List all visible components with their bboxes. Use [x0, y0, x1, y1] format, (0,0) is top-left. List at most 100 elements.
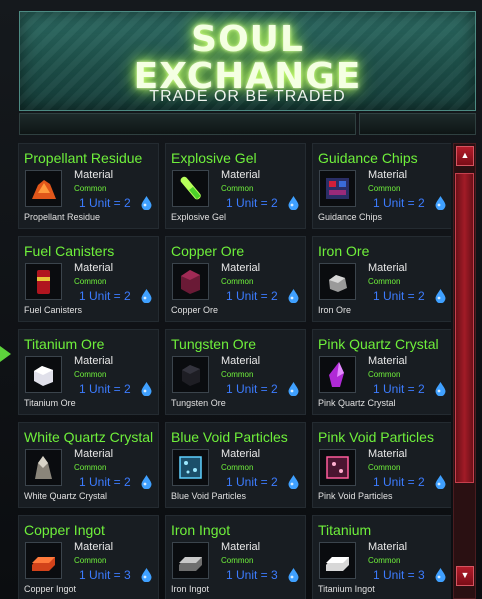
- item-caption: Copper Ingot: [24, 584, 77, 594]
- chevron-up-icon: ▲: [460, 150, 470, 160]
- item-card[interactable]: Pink Quartz Crystal Material Common 1 Unit …: [312, 329, 451, 415]
- filter-bar-right[interactable]: [359, 113, 476, 135]
- item-card[interactable]: Tungsten Ore Material Common 1 Unit = 2 Tung…: [165, 329, 306, 415]
- item-type: Material: [221, 169, 261, 181]
- item-price: 1 Unit = 3: [373, 568, 425, 582]
- pink-quartz-crystal-icon: [329, 362, 344, 387]
- item-card[interactable]: Guidance Chips Material Common 1 Unit = 2 Gu…: [312, 143, 451, 229]
- blue-void-particles-icon: [179, 456, 202, 479]
- soul-exchange-banner: SOUL EXCHANGE TRADE OR BE TRADED: [19, 11, 476, 111]
- item-name: Guidance Chips: [318, 150, 418, 166]
- soul-drop-icon: [435, 568, 446, 582]
- soul-drop-icon: [288, 289, 299, 303]
- soul-drop-icon: [141, 568, 152, 582]
- soul-drop-icon: [141, 475, 152, 489]
- item-type: Material: [221, 541, 261, 553]
- item-caption: Explosive Gel: [171, 212, 227, 222]
- soul-drop-icon: [435, 196, 446, 210]
- iron-ingot-icon: [179, 557, 202, 571]
- item-rarity: Common: [74, 556, 107, 565]
- soul-drop-icon: [288, 475, 299, 489]
- item-caption: Copper Ore: [171, 305, 219, 315]
- item-card[interactable]: Copper Ore Material Common 1 Unit = 2 Copper…: [165, 236, 306, 322]
- item-price: 1 Unit = 3: [79, 568, 131, 582]
- scroll-up-button[interactable]: ▲: [456, 146, 474, 166]
- item-caption: Guidance Chips: [318, 212, 383, 222]
- item-icon-frame: [25, 356, 62, 393]
- titanium-ingot-icon: [326, 557, 349, 571]
- item-icon-frame: [172, 542, 209, 579]
- item-card[interactable]: Titanium Material Common 1 Unit = 3 Titanium…: [312, 515, 451, 599]
- item-caption: Pink Quartz Crystal: [318, 398, 396, 408]
- item-caption: Pink Void Particles: [318, 491, 393, 501]
- pink-void-particles-icon: [326, 456, 349, 479]
- item-icon-frame: [25, 542, 62, 579]
- item-rarity: Common: [221, 277, 254, 286]
- item-rarity: Common: [221, 184, 254, 193]
- fuel-canisters-icon: [37, 270, 50, 294]
- item-name: Blue Void Particles: [171, 429, 288, 445]
- item-card[interactable]: Titanium Ore Material Common 1 Unit = 2 Tita…: [18, 329, 159, 415]
- item-price: 1 Unit = 2: [79, 196, 131, 210]
- soul-drop-icon: [141, 289, 152, 303]
- side-arrow-icon[interactable]: [0, 346, 11, 362]
- item-card[interactable]: Blue Void Particles Material Common 1 Unit …: [165, 422, 306, 508]
- item-card[interactable]: Propellant Residue Material Common 1 Unit =…: [18, 143, 159, 229]
- item-caption: Titanium Ingot: [318, 584, 375, 594]
- soul-drop-icon: [141, 196, 152, 210]
- item-price: 1 Unit = 2: [79, 289, 131, 303]
- item-caption: Iron Ingot: [171, 584, 210, 594]
- item-rarity: Common: [368, 277, 401, 286]
- item-type: Material: [368, 355, 408, 367]
- item-type: Material: [74, 355, 114, 367]
- item-type: Material: [221, 448, 261, 460]
- item-icon-frame: [172, 263, 209, 300]
- soul-drop-icon: [435, 289, 446, 303]
- item-type: Material: [74, 448, 114, 460]
- item-name: Titanium: [318, 522, 372, 538]
- scrollbar-thumb[interactable]: [455, 173, 474, 483]
- tungsten-ore-icon: [182, 365, 200, 386]
- item-rarity: Common: [221, 556, 254, 565]
- item-rarity: Common: [368, 556, 401, 565]
- banner-title-line1: SOUL: [191, 19, 304, 60]
- item-name: Copper Ore: [171, 243, 245, 259]
- item-card[interactable]: Explosive Gel Material Common 1 Unit = 2 Exp…: [165, 143, 306, 229]
- item-name: Fuel Canisters: [24, 243, 115, 259]
- item-type: Material: [74, 169, 114, 181]
- item-name: White Quartz Crystal: [24, 429, 154, 445]
- item-card[interactable]: Pink Void Particles Material Common 1 Unit …: [312, 422, 451, 508]
- item-price: 1 Unit = 2: [373, 382, 425, 396]
- item-price: 1 Unit = 2: [226, 475, 278, 489]
- item-icon-frame: [319, 356, 356, 393]
- item-card[interactable]: Iron Ore Material Common 1 Unit = 2 Iron Ore: [312, 236, 451, 322]
- chevron-down-icon: ▼: [460, 570, 470, 580]
- item-icon-frame: [172, 449, 209, 486]
- explosive-gel-icon: [180, 176, 201, 200]
- soul-drop-icon: [435, 475, 446, 489]
- item-type: Material: [74, 262, 114, 274]
- item-name: Titanium Ore: [24, 336, 105, 352]
- item-name: Copper Ingot: [24, 522, 105, 538]
- item-caption: Fuel Canisters: [24, 305, 83, 315]
- filter-bar-left[interactable]: [19, 113, 356, 135]
- item-caption: Propellant Residue: [24, 212, 101, 222]
- item-icon-frame: [172, 170, 209, 207]
- item-icon-frame: [25, 170, 62, 207]
- item-card[interactable]: Fuel Canisters Material Common 1 Unit = 2 Fu…: [18, 236, 159, 322]
- item-type: Material: [368, 169, 408, 181]
- scroll-down-button[interactable]: ▼: [456, 566, 474, 586]
- copper-ore-icon: [181, 270, 200, 294]
- item-caption: Titanium Ore: [24, 398, 76, 408]
- item-rarity: Common: [221, 370, 254, 379]
- item-name: Explosive Gel: [171, 150, 257, 166]
- item-card[interactable]: Iron Ingot Material Common 1 Unit = 3 Iron I…: [165, 515, 306, 599]
- item-rarity: Common: [74, 277, 107, 286]
- item-price: 1 Unit = 3: [226, 568, 278, 582]
- propellant-residue-icon: [32, 180, 56, 199]
- item-card[interactable]: White Quartz Crystal Material Common 1 Unit…: [18, 422, 159, 508]
- item-name: Pink Quartz Crystal: [318, 336, 439, 352]
- item-price: 1 Unit = 2: [373, 196, 425, 210]
- item-caption: Tungsten Ore: [171, 398, 226, 408]
- item-card[interactable]: Copper Ingot Material Common 1 Unit = 3 Copp…: [18, 515, 159, 599]
